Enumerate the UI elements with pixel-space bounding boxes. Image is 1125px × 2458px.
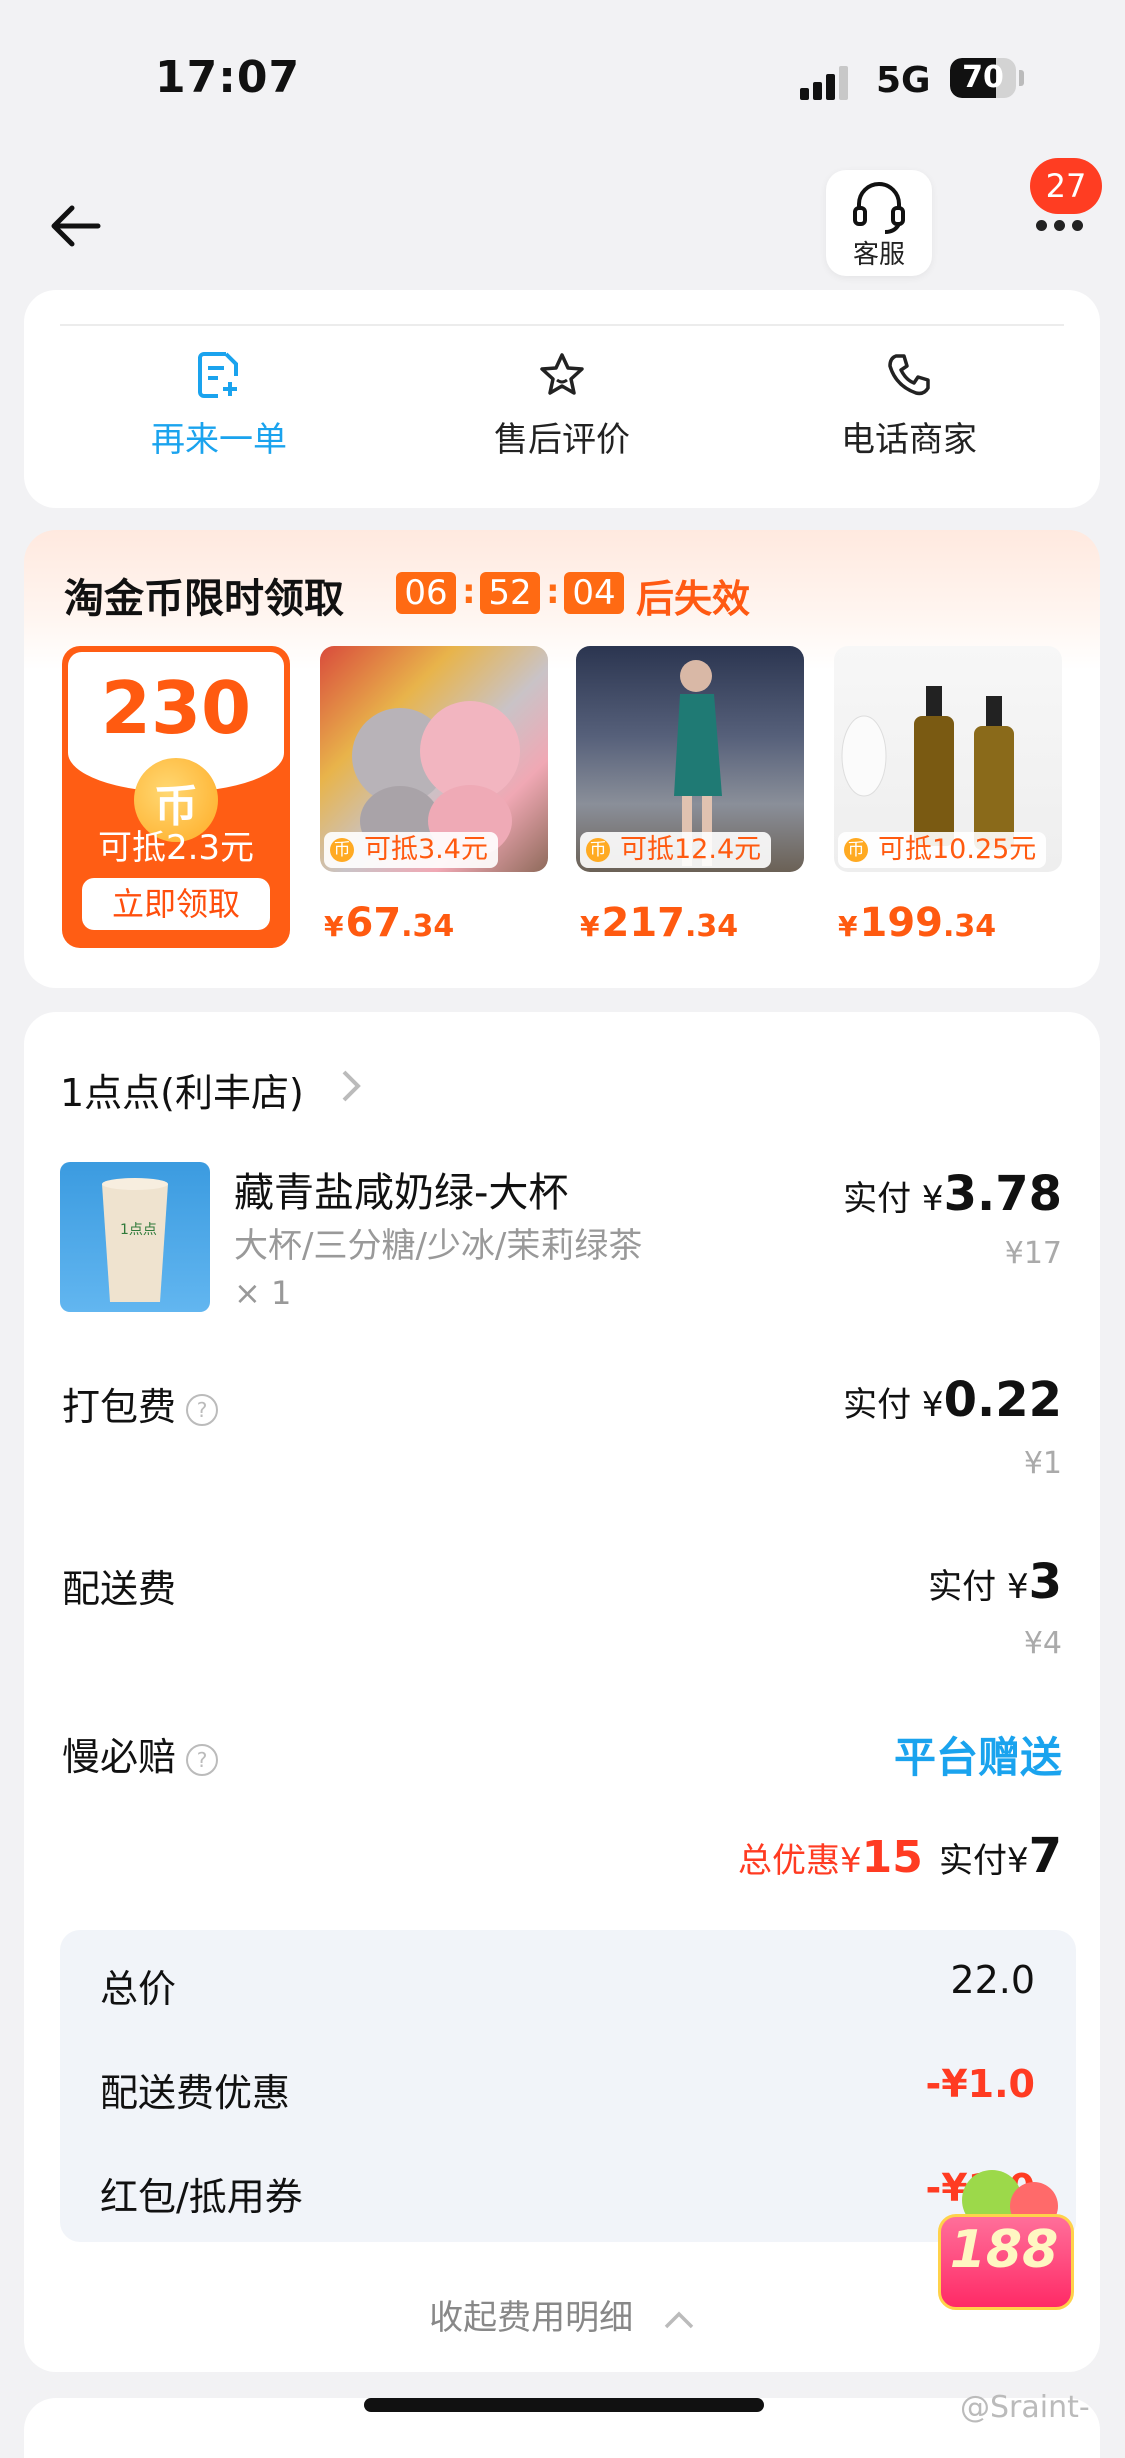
call-merchant-button[interactable]: 电话商家 (784, 350, 1034, 461)
reorder-label: 再来一单 (151, 420, 287, 460)
item-spec: 大杯/三分糖/少冰/茉莉绿茶 (234, 1226, 643, 1266)
product-price: ¥199.34 (838, 900, 997, 946)
customer-service-label: 客服 (852, 240, 905, 270)
breakdown-coupon-label: 红包/抵用券 (100, 2175, 303, 2219)
delivery-fee-paid: 实付 ¥3 (928, 1554, 1062, 1610)
help-icon[interactable]: ? (186, 1393, 219, 1426)
more-dots-icon (1036, 220, 1047, 231)
product-card-oil[interactable]: 币可抵10.25元 (834, 646, 1062, 872)
battery-level: 70 (962, 60, 1004, 95)
call-merchant-label: 电话商家 (841, 420, 977, 460)
countdown-minutes: 52 (480, 572, 540, 614)
product-deduct-tag: 可抵10.25元 (878, 834, 1037, 865)
item-quantity: × 1 (234, 1274, 292, 1312)
back-button[interactable] (48, 196, 108, 256)
notification-badge: 27 (1030, 158, 1102, 214)
chevron-right-icon[interactable] (336, 1066, 366, 1106)
collapse-label: 收起费用明细 (429, 2298, 634, 2338)
order-add-icon (198, 352, 238, 398)
cellular-signal-icon (800, 64, 860, 100)
breakdown-total-value: 22.0 (950, 1958, 1035, 2002)
star-icon (540, 353, 584, 395)
battery-tip (1019, 70, 1024, 86)
product-card-dress[interactable]: 币可抵12.4元 (576, 646, 804, 872)
customer-service-button[interactable]: 客服 (826, 170, 932, 276)
product-price: ¥67.34 (324, 900, 455, 946)
countdown-separator: : (546, 572, 560, 612)
arrow-left-icon (51, 205, 101, 247)
milk-tea-image: 1点点 (102, 1178, 168, 1302)
review-button[interactable]: 售后评价 (437, 350, 687, 461)
network-type: 5G (876, 60, 931, 101)
packing-fee-label: 打包费? (62, 1376, 219, 1431)
collapse-fee-details[interactable]: 收起费用明细 (0, 2290, 1125, 2339)
total-paid: 实付¥7 (938, 1828, 1062, 1884)
delivery-fee-label: 配送费 (62, 1567, 177, 1611)
chevron-up-icon (664, 2311, 694, 2328)
watermark: @Sraint- (960, 2390, 1090, 2425)
countdown-hours: 06 (396, 572, 456, 614)
countdown-suffix: 后失效 (636, 577, 751, 621)
claim-coin-button[interactable]: 立即领取 (82, 878, 270, 930)
item-name: 藏青盐咸奶绿-大杯 (234, 1170, 569, 1216)
coin-claim-card[interactable]: 230 币 可抵2.3元 立即领取 (62, 646, 290, 948)
breakdown-delivery-discount-label: 配送费优惠 (100, 2071, 291, 2115)
product-deduct-tag: 可抵12.4元 (620, 834, 762, 865)
more-menu-button[interactable] (1028, 212, 1088, 242)
item-original-price: ¥17 (1004, 1236, 1062, 1271)
reorder-button[interactable]: 再来一单 (94, 350, 344, 461)
battery-icon: 70 (950, 58, 1016, 98)
delivery-fee-original: ¥4 (1023, 1626, 1062, 1661)
breakdown-total-label: 总价 (100, 1967, 177, 2011)
packing-fee-original: ¥1 (1023, 1446, 1062, 1481)
coin-amount: 230 (100, 666, 252, 750)
shop-name[interactable]: 1点点(利丰店) (60, 1062, 304, 1117)
status-time: 17:07 (155, 52, 301, 103)
product-price: ¥217.34 (580, 900, 739, 946)
slow-compensation-label: 慢必赔? (62, 1726, 219, 1781)
svg-text:1点点: 1点点 (120, 1222, 157, 1238)
item-thumbnail: 1点点 (60, 1162, 210, 1312)
product-card-plush[interactable]: 币可抵3.4元 (320, 646, 548, 872)
coin-small-icon: 币 (586, 838, 610, 862)
total-discount: 总优惠¥15 (738, 1832, 923, 1883)
order-actions-card: 再来一单 售后评价 电话商家 (24, 290, 1100, 508)
packing-fee-paid: 实付 ¥0.22 (843, 1372, 1062, 1428)
product-deduct-tag: 可抵3.4元 (364, 834, 488, 865)
item-paid: 实付 ¥3.78 (843, 1166, 1062, 1222)
countdown-seconds: 04 (564, 572, 624, 614)
review-label: 售后评价 (494, 420, 630, 460)
home-indicator[interactable] (364, 2398, 764, 2412)
slow-compensation-value: 平台赠送 (893, 1733, 1062, 1782)
help-icon[interactable]: ? (186, 1743, 219, 1776)
coin-small-icon: 币 (844, 838, 868, 862)
breakdown-delivery-discount-value: -¥1.0 (925, 2062, 1035, 2106)
countdown-separator: : (462, 572, 476, 612)
headset-icon (853, 182, 905, 234)
coin-small-icon: 币 (330, 838, 354, 862)
coin-promo-title: 淘金币限时领取 (64, 576, 344, 622)
phone-icon (888, 354, 930, 396)
promo-amount: 188 (949, 2220, 1059, 2280)
divider (60, 324, 1064, 326)
coin-deduct-text: 可抵2.3元 (97, 828, 255, 868)
